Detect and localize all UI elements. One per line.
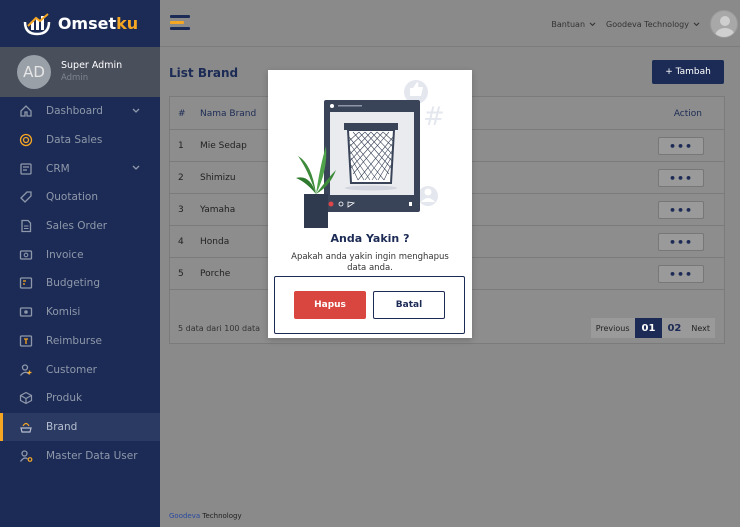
sidebar-item-label: Customer	[46, 363, 98, 376]
row-number: 5	[178, 269, 184, 279]
sidebar-item-sales-order[interactable]: Sales Order	[0, 212, 160, 241]
help-dropdown[interactable]: Bantuan	[551, 20, 596, 29]
home-icon	[18, 103, 34, 119]
brand-icon	[18, 419, 34, 435]
row-action-button[interactable]: •••	[658, 233, 704, 251]
row-action-button[interactable]: •••	[658, 265, 704, 283]
crm-icon	[18, 161, 34, 177]
user-settings-icon	[18, 448, 34, 464]
profile-name: Super Admin	[61, 60, 123, 71]
delete-button[interactable]: Hapus	[294, 291, 366, 319]
sidebar-item-brand[interactable]: Brand	[0, 412, 160, 442]
row-number: 4	[178, 237, 184, 247]
company-label: Goodeva Technology	[606, 19, 689, 29]
row-number: 2	[178, 173, 184, 183]
user-avatar[interactable]	[710, 10, 738, 38]
modal-message: Apakah anda yakin ingin menghapus data a…	[291, 252, 449, 273]
col-number: #	[178, 109, 186, 119]
sidebar-item-label: Sales Order	[46, 220, 108, 233]
chevron-down-icon	[693, 20, 700, 29]
sidebar-item-label: Produk	[46, 392, 83, 405]
company-dropdown[interactable]: Goodeva Technology	[606, 20, 700, 29]
row-brand-name: Honda	[200, 237, 230, 247]
avatar: AD	[17, 55, 51, 89]
tag-icon	[18, 189, 34, 205]
user-add-icon	[18, 362, 34, 378]
hamburger-menu-icon[interactable]	[170, 15, 190, 31]
sidebar-item-label: Invoice	[46, 248, 84, 261]
row-action-button[interactable]: •••	[658, 169, 704, 187]
sidebar: Omsetku AD Super Admin Admin Dashboard D…	[0, 0, 160, 527]
col-brand-name: Nama Brand	[200, 109, 257, 119]
row-number: 3	[178, 205, 184, 215]
sidebar-item-dashboard[interactable]: Dashboard	[0, 97, 160, 126]
target-icon	[18, 132, 34, 148]
cancel-button[interactable]: Batal	[373, 291, 445, 319]
col-action: Action	[673, 109, 702, 119]
sidebar-item-customer[interactable]: Customer	[0, 355, 160, 384]
sidebar-item-crm[interactable]: CRM	[0, 154, 160, 183]
sidebar-item-budgeting[interactable]: Budgeting	[0, 269, 160, 298]
money-icon	[18, 304, 34, 320]
help-label: Bantuan	[551, 19, 586, 29]
sidebar-item-reimburse[interactable]: Reimburse	[0, 327, 160, 356]
logo[interactable]: Omsetku	[0, 0, 160, 47]
sidebar-item-produk[interactable]: Produk	[0, 384, 160, 413]
sidebar-item-label: Budgeting	[46, 277, 101, 290]
sidebar-item-label: CRM	[46, 162, 70, 175]
sidebar-menu: Dashboard Data Sales CRM Quotation Sales…	[0, 97, 160, 470]
profile-role: Admin	[61, 73, 89, 83]
pagination: Previous 01 02 Next	[590, 318, 715, 338]
row-action-button[interactable]: •••	[658, 201, 704, 219]
delete-illustration: #	[296, 80, 445, 228]
svg-text:#: #	[423, 102, 445, 132]
logo-chart-icon	[23, 12, 51, 35]
sidebar-item-label: Master Data User	[46, 449, 138, 462]
budget-icon	[18, 275, 34, 291]
modal-title: Anda Yakin ?	[330, 232, 410, 245]
sidebar-item-komisi[interactable]: Komisi	[0, 298, 160, 327]
reimburse-icon	[18, 333, 34, 349]
sidebar-item-master-data-user[interactable]: Master Data User	[0, 441, 160, 470]
profile[interactable]: AD Super Admin Admin	[0, 47, 160, 97]
next-page-button[interactable]: Next	[686, 318, 715, 338]
sidebar-item-invoice[interactable]: Invoice	[0, 240, 160, 269]
footer-rest: Technology	[200, 512, 242, 520]
chevron-down-icon	[132, 162, 140, 174]
sidebar-item-quotation[interactable]: Quotation	[0, 183, 160, 212]
row-brand-name: Mie Sedap	[200, 141, 247, 151]
sidebar-item-data-sales[interactable]: Data Sales	[0, 126, 160, 155]
row-action-button[interactable]: •••	[658, 137, 704, 155]
sidebar-item-label: Dashboard	[46, 105, 103, 118]
previous-page-button[interactable]: Previous	[591, 318, 635, 338]
sidebar-item-label: Reimburse	[46, 334, 102, 347]
sidebar-item-label: Data Sales	[46, 134, 103, 147]
sidebar-item-label: Quotation	[46, 191, 99, 204]
page-1-button[interactable]: 01	[634, 318, 663, 338]
row-brand-name: Porche	[200, 269, 231, 279]
footer-credit: Goodeva Technology	[169, 512, 242, 520]
table-info: 5 data dari 100 data	[178, 324, 261, 333]
topbar: Bantuan Goodeva Technology	[160, 0, 740, 47]
row-number: 1	[178, 141, 184, 151]
page-2-button[interactable]: 02	[662, 318, 686, 338]
chevron-down-icon	[589, 20, 596, 29]
sidebar-item-label: Komisi	[46, 306, 81, 319]
modal-actions: Hapus Batal	[274, 276, 465, 334]
add-brand-button[interactable]: + Tambah	[652, 60, 724, 84]
box-icon	[18, 390, 34, 406]
row-brand-name: Yamaha	[200, 205, 236, 215]
footer-brand[interactable]: Goodeva	[169, 512, 200, 520]
invoice-icon	[18, 247, 34, 263]
page-title: List Brand	[169, 66, 239, 80]
row-brand-name: Shimizu	[200, 173, 236, 183]
chevron-down-icon	[132, 105, 140, 117]
sidebar-item-label: Brand	[46, 420, 78, 433]
logo-text: Omsetku	[57, 14, 139, 33]
delete-confirm-modal: # Anda Yakin ? Apakah anda yakin ingin m…	[268, 70, 472, 338]
document-icon	[18, 218, 34, 234]
